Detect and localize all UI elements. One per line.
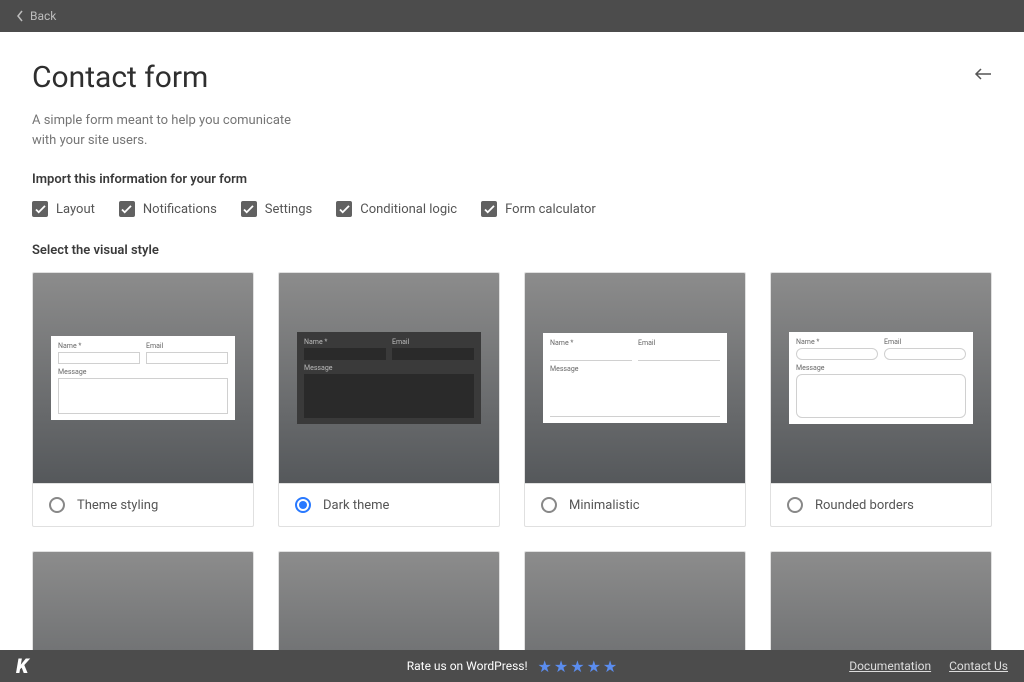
chevron-left-icon	[16, 10, 24, 22]
contact-us-link[interactable]: Contact Us	[949, 659, 1008, 673]
style-preview: Name * Email Message	[771, 552, 991, 650]
style-card-extra-4[interactable]: Name * Email Message	[770, 551, 992, 650]
style-preview: Name * Email Message	[279, 273, 499, 483]
checkbox-settings[interactable]: Settings	[241, 201, 312, 217]
stars-icon: ★★★★★	[538, 657, 618, 676]
checkbox-label: Settings	[265, 202, 312, 217]
arrow-left-icon	[974, 67, 992, 81]
top-bar: Back	[0, 0, 1024, 32]
checkbox-icon	[336, 201, 352, 217]
page-description: A simple form meant to help you comunica…	[32, 111, 292, 150]
checkbox-notifications[interactable]: Notifications	[119, 201, 217, 217]
style-label: Minimalistic	[569, 498, 640, 513]
style-preview: Name * Email Message	[525, 273, 745, 483]
radio-theme-styling[interactable]	[49, 497, 65, 513]
radio-rounded-borders[interactable]	[787, 497, 803, 513]
page-title: Contact form	[32, 60, 292, 95]
checkbox-form-calculator[interactable]: Form calculator	[481, 201, 596, 217]
close-arrow-button[interactable]	[974, 66, 992, 85]
back-button[interactable]: Back	[16, 9, 56, 23]
documentation-link[interactable]: Documentation	[849, 659, 931, 673]
style-preview: Name * Email Message	[33, 273, 253, 483]
style-label: Dark theme	[323, 498, 389, 513]
style-card-rounded-borders[interactable]: Name * Email Message Rounded borders	[770, 272, 992, 527]
checkbox-label: Conditional logic	[360, 202, 457, 217]
checkbox-icon	[481, 201, 497, 217]
style-preview: Name * Email Message	[771, 273, 991, 483]
style-card-extra-3[interactable]: Name * Email Message	[524, 551, 746, 650]
back-label: Back	[30, 9, 56, 23]
styles-grid: Name * Email Message Theme styling Name …	[32, 272, 992, 650]
checkbox-icon	[241, 201, 257, 217]
checkbox-icon	[32, 201, 48, 217]
style-card-dark-theme[interactable]: Name * Email Message Dark theme	[278, 272, 500, 527]
style-label: Rounded borders	[815, 498, 914, 513]
style-card-minimalistic[interactable]: Name * Email Message Minimalistic	[524, 272, 746, 527]
style-preview: Name * Email Message	[279, 552, 499, 650]
style-card-theme-styling[interactable]: Name * Email Message Theme styling	[32, 272, 254, 527]
main-content: Contact form A simple form meant to help…	[0, 32, 1024, 650]
rate-section[interactable]: Rate us on WordPress! ★★★★★	[407, 657, 618, 676]
radio-minimalistic[interactable]	[541, 497, 557, 513]
style-label: Theme styling	[77, 498, 158, 513]
import-heading: Import this information for your form	[32, 172, 992, 187]
import-options: Layout Notifications Settings Conditiona…	[32, 201, 992, 217]
checkbox-conditional-logic[interactable]: Conditional logic	[336, 201, 457, 217]
radio-dark-theme[interactable]	[295, 497, 311, 513]
checkbox-layout[interactable]: Layout	[32, 201, 95, 217]
style-preview: Name * Email Message	[33, 552, 253, 650]
style-card-extra-1[interactable]: Name * Email Message	[32, 551, 254, 650]
logo-icon: K	[16, 654, 27, 678]
bottom-bar: K Rate us on WordPress! ★★★★★ Documentat…	[0, 650, 1024, 682]
rate-label: Rate us on WordPress!	[407, 659, 528, 673]
style-preview: Name * Email Message	[525, 552, 745, 650]
checkbox-label: Layout	[56, 202, 95, 217]
checkbox-label: Form calculator	[505, 202, 596, 217]
checkbox-label: Notifications	[143, 202, 217, 217]
style-card-extra-2[interactable]: Name * Email Message	[278, 551, 500, 650]
checkbox-icon	[119, 201, 135, 217]
styles-heading: Select the visual style	[32, 243, 992, 258]
